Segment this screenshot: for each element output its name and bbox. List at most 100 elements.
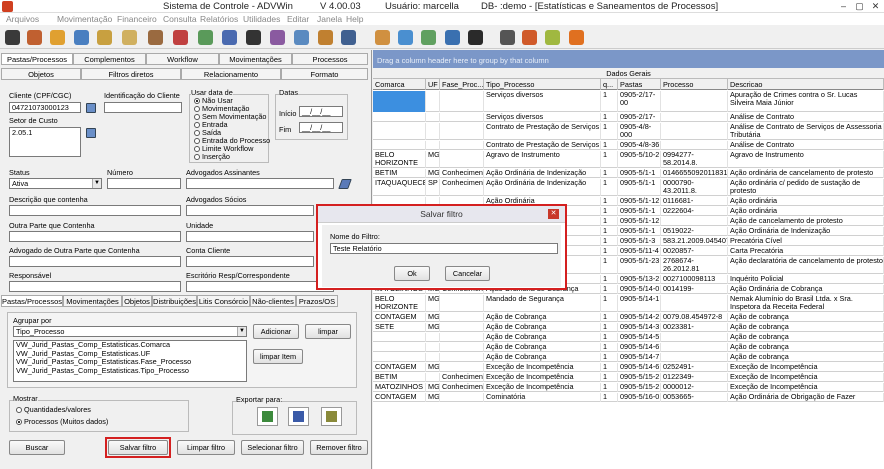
cell-descricao[interactable]: Análise de Contrato de Serviços de Asses…: [728, 123, 884, 140]
tab-complementos[interactable]: Complementos: [73, 53, 146, 65]
menu-movimentacao[interactable]: Movimentação: [57, 14, 112, 24]
cancelar-button[interactable]: Cancelar: [445, 266, 490, 281]
cell-uf[interactable]: MG: [426, 295, 440, 312]
cell-descricao[interactable]: Apuração de Crimes contra o Sr. Lucas Si…: [728, 91, 884, 112]
adv-outra-parte-field[interactable]: [9, 256, 181, 267]
cell-processo[interactable]: 583.21.2009.045407: [661, 237, 728, 246]
cell-processo[interactable]: 0014199-72.2010.8.: [661, 285, 728, 294]
cell-pastas[interactable]: 0905-5/1-1: [618, 179, 661, 196]
tab-movimentacoes[interactable]: Movimentações: [219, 53, 292, 65]
person-icon[interactable]: [27, 30, 42, 45]
radio-processos[interactable]: Processos (Muitos dados): [16, 417, 108, 426]
cell-fase[interactable]: [440, 141, 484, 150]
cell-processo[interactable]: 0994277-58.2014.8.: [661, 151, 728, 168]
table-row[interactable]: Ação de Cobrança 1 0905-5/14-7 Ação de cobr…: [373, 352, 884, 362]
cell-tipo[interactable]: Mandado de Segurança: [484, 295, 601, 312]
col-tipo[interactable]: Tipo_Processo: [484, 79, 601, 90]
table-row[interactable]: BETIMMGConhecimentoAção Ordinária de Ind…: [373, 168, 884, 178]
cell-pastas[interactable]: 0905-2/17-00: [618, 91, 661, 112]
cell-tipo[interactable]: Exceção de Incompetência: [484, 373, 601, 382]
calendar-icon[interactable]: [50, 30, 65, 45]
maximize-icon[interactable]: ▢: [853, 1, 866, 12]
cell-fase[interactable]: [440, 123, 484, 140]
escritorio-field[interactable]: [186, 281, 334, 292]
limpar-button[interactable]: limpar: [305, 324, 351, 339]
cell-processo[interactable]: [661, 91, 728, 112]
radio-insercao[interactable]: Inserção: [194, 152, 230, 161]
cell-processo[interactable]: [661, 113, 728, 122]
table-row[interactable]: BELO HORIZONTE MG Agravo de Instrumento 1 09…: [373, 150, 884, 168]
status-select[interactable]: Ativa ▼: [9, 178, 102, 189]
cell-pastas[interactable]: 0905-5/14-7: [618, 353, 661, 362]
cell-q[interactable]: 1: [601, 91, 618, 112]
cell-q[interactable]: 1: [601, 313, 618, 322]
cell-comarca[interactable]: BETIM: [373, 373, 426, 382]
close-icon[interactable]: ✕: [548, 209, 559, 219]
cell-pastas[interactable]: 0905-5/1-12: [618, 217, 661, 226]
cell-q[interactable]: 1: [601, 333, 618, 342]
setor-field[interactable]: 2.05.1: [9, 127, 81, 157]
cell-processo[interactable]: 0252491-66.2013.8.: [661, 363, 728, 372]
cell-fase[interactable]: [440, 91, 484, 112]
col-descricao[interactable]: Descricao: [728, 79, 884, 90]
col-pastas[interactable]: Pastas: [618, 79, 661, 90]
cell-fase[interactable]: [440, 333, 484, 342]
cell-processo[interactable]: 0053665-60.2014.8.: [661, 393, 728, 402]
minimize-icon[interactable]: –: [837, 1, 850, 12]
cell-tipo[interactable]: Ação de Cobrança: [484, 343, 601, 352]
cell-processo[interactable]: 0027100098113: [661, 275, 728, 284]
cell-descricao[interactable]: Ação ordinária: [728, 207, 884, 216]
cell-comarca[interactable]: [373, 123, 426, 140]
cell-comarca[interactable]: MATOZINHOS: [373, 383, 426, 392]
cell-descricao[interactable]: Ação ordinária de cancelamento de protes…: [728, 169, 884, 178]
finance-icon[interactable]: [198, 30, 213, 45]
tab2-movimentacoes[interactable]: Movimentações: [63, 295, 122, 307]
cell-uf[interactable]: MG: [426, 169, 440, 178]
cell-q[interactable]: 1: [601, 393, 618, 402]
archive-icon[interactable]: [148, 30, 163, 45]
adv-assinantes-field[interactable]: [186, 178, 334, 189]
mail-icon[interactable]: [294, 30, 309, 45]
cell-tipo[interactable]: Ação Ordinária de Indenização: [484, 179, 601, 196]
cell-uf[interactable]: [426, 353, 440, 362]
cell-pastas[interactable]: 0905-5/1-23: [618, 257, 661, 274]
tab-filtros-diretos[interactable]: Filtros diretos: [81, 68, 181, 80]
cell-comarca[interactable]: [373, 353, 426, 362]
cell-pastas[interactable]: 0905-5/14-3: [618, 323, 661, 332]
cell-descricao[interactable]: Ação de cobrança: [728, 343, 884, 352]
agrupar-list[interactable]: VW_Jurid_Pastas_Comp_Estatisticas.Comarc…: [13, 340, 247, 382]
cell-q[interactable]: 1: [601, 363, 618, 372]
cell-processo[interactable]: 0519022-53.2013.8.: [661, 227, 728, 236]
cell-uf[interactable]: [426, 123, 440, 140]
list-item[interactable]: VW_Jurid_Pastas_Comp_Estatisticas.Tipo_P…: [16, 366, 246, 376]
table-row[interactable]: ITAQUAQUECETUBASPConhecimentoAção Ordiná…: [373, 178, 884, 196]
table-row[interactable]: BELO HORIZONTE MG Mandado de Segurança 1 090…: [373, 294, 884, 312]
document-icon[interactable]: [122, 30, 137, 45]
clock-icon[interactable]: [375, 30, 390, 45]
cell-q[interactable]: 1: [601, 383, 618, 392]
cell-q[interactable]: 1: [601, 323, 618, 332]
cell-uf[interactable]: [426, 343, 440, 352]
cell-pastas[interactable]: 0905-5/1-1: [618, 207, 661, 216]
calendar-lookup-icon[interactable]: [86, 103, 96, 113]
table-row[interactable]: CONTAGEM MG Cominatória 1 0905-5/16-0 0053665…: [373, 392, 884, 402]
cell-tipo[interactable]: Cominatória: [484, 393, 601, 402]
cell-processo[interactable]: [661, 295, 728, 312]
cell-comarca[interactable]: BETIM: [373, 169, 426, 178]
table-row[interactable]: Ação de Cobrança 1 0905-5/14-6 Ação de cobr…: [373, 342, 884, 352]
cell-comarca[interactable]: [373, 113, 426, 122]
cell-descricao[interactable]: Ação de cobrança: [728, 313, 884, 322]
exit-icon[interactable]: [569, 30, 584, 45]
col-comarca[interactable]: Comarca: [373, 79, 426, 90]
chevron-down-icon[interactable]: ▼: [237, 327, 246, 336]
cell-comarca[interactable]: CONTAGEM: [373, 313, 426, 322]
tab2-pastas-processos[interactable]: Pastas/Processos: [1, 295, 63, 307]
tab-workflow[interactable]: Workflow: [146, 53, 219, 65]
cell-comarca[interactable]: SETE LAGOAS: [373, 323, 426, 332]
cell-descricao[interactable]: Exceção de Incompetência: [728, 363, 884, 372]
cell-tipo[interactable]: Ação de Cobrança: [484, 333, 601, 342]
cell-tipo[interactable]: Serviços diversos: [484, 91, 601, 112]
app-toolbar-icon[interactable]: [5, 30, 20, 45]
cell-q[interactable]: 1: [601, 123, 618, 140]
numero-field[interactable]: [107, 178, 181, 189]
